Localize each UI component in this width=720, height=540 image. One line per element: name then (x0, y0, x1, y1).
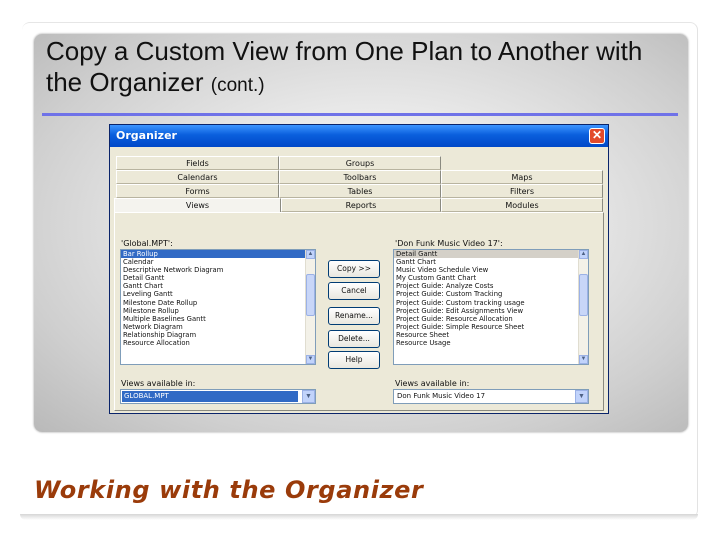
list-item[interactable]: Music Video Schedule View (394, 266, 588, 274)
close-icon[interactable]: ✕ (589, 128, 605, 144)
slide-title-text: Copy a Custom View from One Plan to Anot… (46, 36, 643, 97)
tab-toolbars[interactable]: Toolbars (279, 170, 441, 184)
tab-fields[interactable]: Fields (116, 156, 279, 170)
slide-title: Copy a Custom View from One Plan to Anot… (46, 36, 666, 101)
list-item[interactable]: Project Guide: Custom tracking usage (394, 299, 588, 307)
left-views-list[interactable]: Bar Rollup Calendar Descriptive Network Di… (120, 249, 316, 365)
right-views-available-select[interactable]: Don Funk Music Video 17 ▼ (393, 389, 589, 404)
copy-button[interactable]: Copy >> (328, 260, 380, 278)
right-list-label: 'Don Funk Music Video 17': (395, 239, 503, 248)
list-item[interactable]: Bar Rollup (121, 250, 315, 259)
list-item[interactable]: Project Guide: Analyze Costs (394, 282, 588, 290)
list-item[interactable]: Resource Sheet (394, 331, 588, 339)
list-item[interactable]: Detail Gantt (394, 250, 588, 259)
tab-groups[interactable]: Groups (279, 156, 441, 170)
slide-shadow (20, 514, 698, 520)
list-item[interactable]: Milestone Date Rollup (121, 299, 315, 307)
tab-reports[interactable]: Reports (281, 198, 441, 212)
slide-title-suffix: (cont.) (210, 75, 265, 96)
organizer-dialog: Organizer ✕ Fields Groups Calendars Tool… (109, 124, 609, 414)
delete-button[interactable]: Delete... (328, 330, 380, 348)
right-views-available-value: Don Funk Music Video 17 (397, 392, 486, 400)
tab-modules[interactable]: Modules (441, 198, 603, 212)
chevron-down-icon[interactable]: ▼ (575, 390, 588, 403)
chevron-down-icon[interactable]: ▼ (302, 390, 315, 403)
list-item[interactable]: Gantt Chart (394, 258, 588, 266)
scroll-down-icon[interactable]: ▼ (579, 355, 588, 364)
rename-button[interactable]: Rename... (328, 307, 380, 325)
scroll-up-icon[interactable]: ▲ (579, 250, 588, 259)
list-item[interactable]: Leveling Gantt (121, 290, 315, 298)
right-available-label: Views available in: (395, 379, 470, 388)
scroll-down-icon[interactable]: ▼ (306, 355, 315, 364)
list-item[interactable]: Descriptive Network Diagram (121, 266, 315, 274)
dialog-title: Organizer (116, 129, 177, 142)
footer-title: Working with the Organizer (34, 476, 424, 504)
scroll-thumb[interactable] (306, 274, 315, 316)
list-item[interactable]: Milestone Rollup (121, 307, 315, 315)
scroll-thumb[interactable] (579, 274, 588, 316)
left-list-label: 'Global.MPT': (121, 239, 173, 248)
list-item[interactable]: Project Guide: Edit Assignments View (394, 307, 588, 315)
list-item[interactable]: Relationship Diagram (121, 331, 315, 339)
left-available-label: Views available in: (121, 379, 196, 388)
list-item[interactable]: My Custom Gantt Chart (394, 274, 588, 282)
tab-forms[interactable]: Forms (116, 184, 279, 198)
right-list-scrollbar[interactable]: ▲ ▼ (578, 250, 588, 364)
dialog-titlebar: Organizer ✕ (110, 125, 608, 147)
list-item[interactable]: Project Guide: Custom Tracking (394, 290, 588, 298)
list-item[interactable]: Detail Gantt (121, 274, 315, 282)
cancel-button[interactable]: Cancel (328, 282, 380, 300)
title-divider (42, 113, 678, 116)
left-views-available-select[interactable]: GLOBAL.MPT ▼ (120, 389, 316, 404)
left-list-scrollbar[interactable]: ▲ ▼ (305, 250, 315, 364)
tab-tables[interactable]: Tables (279, 184, 441, 198)
help-button[interactable]: Help (328, 351, 380, 369)
tab-calendars[interactable]: Calendars (116, 170, 279, 184)
list-item[interactable]: Network Diagram (121, 323, 315, 331)
tab-maps[interactable]: Maps (441, 170, 603, 184)
list-item[interactable]: Multiple Baselines Gantt (121, 315, 315, 323)
scroll-up-icon[interactable]: ▲ (306, 250, 315, 259)
list-item[interactable]: Project Guide: Simple Resource Sheet (394, 323, 588, 331)
list-item[interactable]: Project Guide: Resource Allocation (394, 315, 588, 323)
tab-filters[interactable]: Filters (441, 184, 603, 198)
left-views-available-value: GLOBAL.MPT (122, 391, 298, 402)
list-item[interactable]: Resource Usage (394, 339, 588, 347)
list-item[interactable]: Calendar (121, 258, 315, 266)
tab-views[interactable]: Views (114, 198, 281, 213)
list-item[interactable]: Resource Allocation (121, 339, 315, 347)
list-item[interactable]: Gantt Chart (121, 282, 315, 290)
right-views-list[interactable]: Detail Gantt Gantt Chart Music Video Sched… (393, 249, 589, 365)
